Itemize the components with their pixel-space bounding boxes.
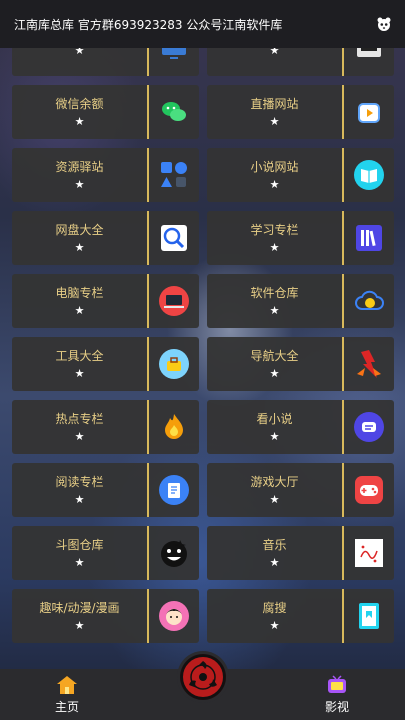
sharingan-icon — [181, 655, 225, 699]
card-label: 学习专栏 — [250, 222, 299, 237]
chat-bubble-icon — [344, 400, 394, 454]
laptop-icon — [149, 274, 199, 328]
card-novel-sites[interactable]: 小说网站 ★ — [207, 148, 394, 202]
card-label: 微信余额 — [55, 96, 104, 111]
card-fusou[interactable]: 腐搜 ★ — [207, 589, 394, 643]
toolbox-icon — [149, 337, 199, 391]
fire-bolt-icon — [344, 337, 394, 391]
star-icon: ★ — [269, 177, 280, 191]
card-game-hall[interactable]: 游戏大厅 ★ — [207, 463, 394, 517]
card-navigation[interactable]: 导航大全 ★ — [207, 337, 394, 391]
tab-video[interactable]: 影视 — [302, 675, 372, 715]
card-live-sites[interactable]: 直播网站 ★ — [207, 85, 394, 139]
card-label: 热点专栏 — [55, 411, 104, 426]
card-label: 游戏大厅 — [250, 474, 299, 489]
music-sheet-icon — [344, 526, 394, 580]
card-reading[interactable]: 阅读专栏 ★ — [12, 463, 199, 517]
gamepad-icon — [344, 463, 394, 517]
card-label: 小说网站 — [250, 159, 299, 174]
card-label: 看小说 — [256, 411, 293, 426]
star-icon: ★ — [269, 303, 280, 317]
face-icon — [149, 526, 199, 580]
card-wechat-balance[interactable]: 微信余额 ★ — [12, 85, 199, 139]
card-label: 网盘大全 — [55, 222, 104, 237]
star-icon: ★ — [74, 429, 85, 443]
card-fun-anime-comics[interactable]: 趣味/动漫/漫画 ★ — [12, 589, 199, 643]
tab-video-label: 影视 — [324, 700, 349, 714]
star-icon: ★ — [74, 366, 85, 380]
card-read-novel[interactable]: 看小说 ★ — [207, 400, 394, 454]
card-label: 软件仓库 — [250, 285, 299, 300]
document-icon — [149, 463, 199, 517]
shapes-icon — [149, 148, 199, 202]
card-label: 直播网站 — [250, 96, 299, 111]
card-label: 阅读专栏 — [55, 474, 104, 489]
live-icon — [344, 85, 394, 139]
cloud-icon — [344, 274, 394, 328]
header-title: 江南库总库 官方群693923283 公众号江南软件库 — [14, 17, 283, 32]
card-label: 腐搜 — [262, 600, 287, 615]
star-icon: ★ — [74, 177, 85, 191]
card-label: 音乐 — [262, 537, 287, 552]
star-icon: ★ — [74, 555, 85, 569]
tv-video-icon — [328, 675, 346, 693]
bookmark-icon — [344, 589, 394, 643]
star-icon: ★ — [269, 555, 280, 569]
star-icon: ★ — [269, 114, 280, 128]
cartoon-face-icon — [149, 589, 199, 643]
star-icon: ★ — [269, 618, 280, 632]
card-label: 导航大全 — [250, 348, 299, 363]
star-icon: ★ — [74, 492, 85, 506]
card-resource-station[interactable]: 资源驿站 ★ — [12, 148, 199, 202]
card-meme-repo[interactable]: 斗图仓库 ★ — [12, 526, 199, 580]
flame-icon — [149, 400, 199, 454]
tab-home-label: 主页 — [54, 700, 79, 714]
card-software-repo[interactable]: 软件仓库 ★ — [207, 274, 394, 328]
star-icon: ★ — [269, 429, 280, 443]
card-study[interactable]: 学习专栏 ★ — [207, 211, 394, 265]
books-shelf-icon — [344, 211, 394, 265]
star-icon: ★ — [269, 240, 280, 254]
card-label: 工具大全 — [55, 348, 104, 363]
card-label: 斗图仓库 — [55, 537, 104, 552]
card-computer[interactable]: 电脑专栏 ★ — [12, 274, 199, 328]
book-icon — [344, 148, 394, 202]
star-icon: ★ — [269, 492, 280, 506]
card-music[interactable]: 音乐 ★ — [207, 526, 394, 580]
wechat-icon — [149, 85, 199, 139]
card-tools[interactable]: 工具大全 ★ — [12, 337, 199, 391]
star-icon: ★ — [74, 240, 85, 254]
card-label: 电脑专栏 — [55, 285, 104, 300]
star-icon: ★ — [74, 303, 85, 317]
home-icon — [57, 676, 77, 694]
center-sharingan-button[interactable] — [180, 654, 226, 700]
app-grid: ★ ★ 微信余额 ★ 直播网站 ★ 资源驿站 ★ 小说网站 ★ 网盘大全 ★ 学… — [12, 22, 394, 643]
card-netdisk[interactable]: 网盘大全 ★ — [12, 211, 199, 265]
search-disk-icon — [149, 211, 199, 265]
star-icon: ★ — [74, 618, 85, 632]
card-label: 趣味/动漫/漫画 — [39, 600, 120, 615]
star-icon: ★ — [269, 366, 280, 380]
star-icon: ★ — [74, 114, 85, 128]
card-label: 资源驿站 — [55, 159, 104, 174]
panda-icon[interactable] — [373, 13, 395, 35]
app-header: 江南库总库 官方群693923283 公众号江南软件库 — [0, 0, 405, 48]
tab-home[interactable]: 主页 — [32, 675, 102, 715]
card-hot-topics[interactable]: 热点专栏 ★ — [12, 400, 199, 454]
